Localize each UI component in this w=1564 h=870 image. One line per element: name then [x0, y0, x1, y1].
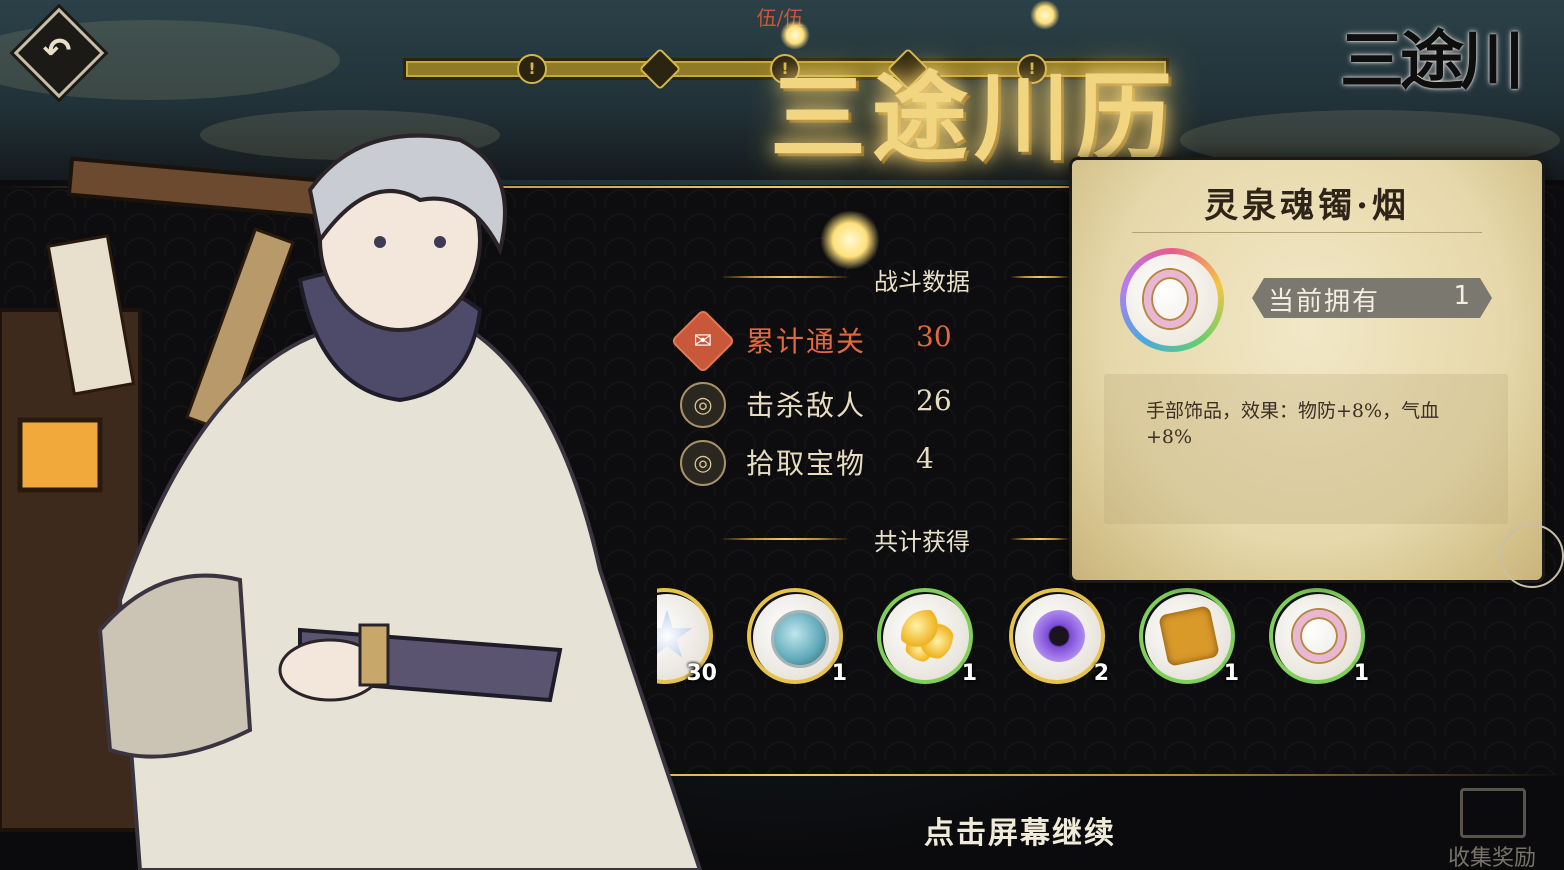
stat-label: 拾取宝物	[746, 447, 867, 480]
owned-count-badge: 当前拥有 1	[1252, 278, 1492, 318]
reward-item[interactable]: 2	[1009, 588, 1109, 688]
golden-orbs-icon	[901, 610, 953, 662]
item-quantity: 2	[1093, 661, 1109, 686]
event-node-icon: !	[517, 54, 547, 84]
reward-item[interactable]: 1	[1139, 588, 1239, 688]
rewards-title: 共计获得	[874, 528, 970, 556]
result-screen[interactable]: ↶ 伍/伍 ! ! ! 三途川历 三途川 战斗数据 ✉ 累计通关 30 ◎ 击杀…	[0, 0, 1564, 870]
item-quantity: 1	[831, 661, 847, 686]
stat-row-treasure: ◎ 拾取宝物 4	[680, 436, 1000, 486]
golden-cloth-icon	[1158, 605, 1220, 667]
game-logo: 三途川	[1340, 24, 1524, 99]
reward-item[interactable]: 1	[877, 588, 977, 688]
tap-to-continue[interactable]: 点击屏幕继续	[870, 808, 1170, 852]
back-arrow-icon: ↶	[42, 31, 72, 71]
tomoe-icon: ◎	[680, 382, 726, 428]
reward-item[interactable]: 1	[747, 588, 847, 688]
battle-data-title: 战斗数据	[874, 268, 970, 296]
purple-lotus-icon	[1033, 610, 1085, 662]
stat-value: 26	[916, 384, 952, 417]
tomoe-icon: ◎	[680, 440, 726, 486]
item-name: 灵泉魂镯·烟	[1204, 186, 1410, 226]
item-quantity: 1	[1353, 661, 1369, 686]
sparkle-effect	[780, 20, 810, 50]
reward-item[interactable]: 1	[1269, 588, 1369, 688]
reward-items-list[interactable]: 30 1 1 2 1 1	[657, 588, 1377, 698]
spirit-gourd-icon	[771, 610, 829, 668]
chest-icon	[1460, 788, 1526, 838]
item-quantity: 1	[1223, 661, 1239, 686]
stage-progress-label: 伍/伍	[756, 6, 804, 30]
chapter-complete-banner: 三途川历	[770, 61, 1178, 174]
stat-row-clears: ✉ 累计通关 30	[670, 308, 1000, 374]
tooltip-divider	[1132, 232, 1482, 233]
stat-label: 累计通关	[746, 325, 867, 358]
stat-label: 击杀敌人	[746, 389, 867, 422]
bracelet-icon	[1293, 610, 1345, 662]
item-quantity: 1	[961, 661, 977, 686]
character-portrait	[0, 133, 703, 870]
owned-label: 当前拥有	[1268, 287, 1381, 317]
stat-value: 4	[916, 442, 934, 475]
stat-value: 30	[916, 320, 952, 353]
bracelet-icon	[1144, 270, 1196, 328]
reward-item[interactable]: 30	[657, 588, 717, 688]
item-icon-frame	[1120, 248, 1224, 352]
collect-rewards-label: 收集奖励	[1447, 846, 1536, 870]
stat-row-kills: ◎ 击杀敌人 26	[680, 378, 1000, 428]
item-detail-tooltip: 灵泉魂镯·烟 当前拥有 1 手部饰品，效果：物防+8%，气血+8%	[1072, 160, 1564, 588]
item-quantity: 30	[686, 661, 717, 686]
collect-rewards-button[interactable]: 收集奖励	[1432, 784, 1552, 870]
sparkle-effect	[1030, 0, 1060, 30]
sparkle-effect	[820, 210, 880, 270]
corner-ornament	[1500, 524, 1564, 588]
scroll-icon: ✉	[670, 308, 736, 374]
item-description: 手部饰品，效果：物防+8%，气血+8%	[1146, 400, 1440, 448]
back-button[interactable]: ↶	[13, 7, 105, 99]
item-description-box: 手部饰品，效果：物防+8%，气血+8%	[1104, 374, 1508, 524]
owned-value: 1	[1453, 281, 1470, 311]
